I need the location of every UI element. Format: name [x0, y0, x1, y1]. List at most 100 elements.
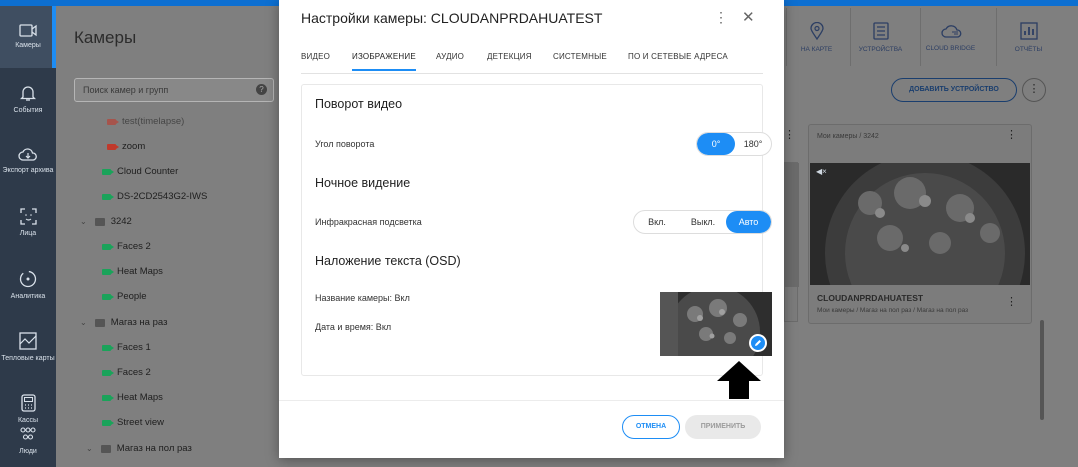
camera-online-icon — [102, 193, 114, 200]
tab-firmware-network[interactable]: ПО И СЕТЕВЫЕ АДРЕСА — [628, 52, 728, 61]
sidebar-item-analytics[interactable]: Аналитика — [0, 254, 56, 316]
tab-audio[interactable]: АУДИО — [436, 52, 464, 61]
sidebar-item-heatmaps[interactable]: Тепловые карты — [0, 316, 56, 378]
kebab-menu-icon[interactable]: ⋮ — [784, 128, 795, 141]
rotation-label: Угол поворота — [315, 139, 375, 149]
tree-item-camera[interactable]: Faces 1 — [102, 342, 151, 353]
tree-item-label: DS-2CD2543G2-IWS — [117, 191, 208, 202]
sidebar-item-cameras[interactable]: Камеры — [0, 6, 56, 68]
tree-item-camera[interactable]: Faces 2 — [102, 367, 151, 378]
sidebar-item-label: Люди — [19, 448, 37, 455]
edit-osd-button[interactable] — [749, 334, 767, 352]
tree-item-label: Street view — [117, 417, 164, 428]
camera-online-icon — [102, 344, 114, 351]
camera-online-icon — [102, 243, 114, 250]
chevron-down-icon[interactable]: ⌄ — [86, 444, 93, 453]
camera-card[interactable]: Мои камеры / 3242 ⋮ ◀× CLOUDANPRDAHUATES… — [808, 124, 1032, 324]
tab-video[interactable]: ВИДЕО — [301, 52, 330, 61]
folder-icon — [94, 318, 105, 327]
sidebar-item-events[interactable]: События — [0, 68, 56, 130]
tree-item-camera[interactable]: DS-2CD2543G2-IWS — [102, 191, 207, 202]
chevron-down-icon[interactable]: ⌄ — [80, 318, 87, 327]
tree-item-camera[interactable]: Faces 2 — [102, 241, 151, 252]
tree-group[interactable]: ⌄ Магаз на раз — [80, 317, 167, 328]
add-device-button[interactable]: ДОБАВИТЬ УСТРОЙСТВО — [891, 78, 1017, 102]
sidebar-item-faces[interactable]: Лица — [0, 192, 56, 254]
map-button[interactable]: НА КАРТЕ — [786, 8, 846, 66]
dialog-divider — [279, 400, 784, 401]
tree-group-label: Магаз на раз — [110, 317, 168, 328]
cloud-bridge-button-label: CLOUD BRIDGE — [925, 44, 976, 52]
ir-option-auto[interactable]: Авто — [726, 211, 771, 233]
ir-label: Инфракрасная подсветка — [315, 217, 422, 227]
folder-icon — [94, 217, 105, 226]
analytics-icon — [19, 270, 37, 287]
tab-detection[interactable]: ДЕТЕКЦИЯ — [487, 52, 532, 61]
rotation-toggle: 0° 180° — [696, 132, 772, 156]
help-icon[interactable]: ? — [256, 84, 267, 95]
tree-group-label: Магаз на пол раз — [116, 443, 192, 454]
reports-button[interactable]: ОТЧЁТЫ — [996, 8, 1060, 66]
rotation-option-180[interactable]: 180° — [735, 133, 771, 155]
kebab-menu-icon[interactable]: ⋮ — [1006, 128, 1017, 141]
camera-online-icon — [102, 394, 114, 401]
tree-item-camera[interactable]: People — [102, 291, 147, 302]
bell-icon — [20, 85, 36, 101]
apply-button[interactable]: ПРИМЕНИТЬ — [685, 415, 761, 439]
tree-item-camera[interactable]: Street view — [102, 417, 164, 428]
close-icon[interactable]: ✕ — [742, 8, 755, 26]
face-scan-icon — [19, 208, 37, 225]
people-icon — [20, 427, 36, 440]
tree-group[interactable]: ⌄ Магаз на пол раз — [86, 443, 192, 454]
scrollbar[interactable] — [1040, 320, 1044, 420]
cancel-button[interactable]: ОТМЕНА — [622, 415, 680, 439]
pencil-icon — [755, 340, 761, 346]
tree-item-label: Faces 1 — [117, 342, 151, 353]
chevron-down-icon[interactable]: ⌄ — [80, 217, 87, 226]
tree-item-label: Cloud Counter — [117, 166, 179, 177]
ir-option-on[interactable]: Вкл. — [634, 211, 680, 233]
more-options-button[interactable]: ⋮ — [1022, 78, 1046, 102]
app-root: Камеры События Экспорт архива Лица Анали… — [0, 0, 1078, 467]
image-settings-panel: Поворот видео Угол поворота 0° 180° Ночн… — [301, 84, 772, 376]
night-vision-heading: Ночное видение — [315, 176, 411, 190]
camera-icon — [19, 24, 37, 37]
rotation-option-0[interactable]: 0° — [697, 133, 735, 155]
mute-icon[interactable]: ◀× — [816, 167, 827, 176]
tree-group-label: 3242 — [110, 216, 132, 227]
camera-preview-image[interactable]: ◀× — [810, 163, 1030, 285]
ir-option-off[interactable]: Выкл. — [680, 211, 726, 233]
reports-icon — [1019, 21, 1038, 40]
osd-preview-image[interactable] — [660, 292, 772, 356]
dialog-menu-icon[interactable]: ⋮ — [714, 9, 728, 26]
tree-item-camera[interactable]: test(timelapse) — [107, 116, 184, 127]
camera-online-icon — [102, 419, 114, 426]
sidebar-item-export[interactable]: Экспорт архива — [0, 130, 56, 192]
search-input[interactable]: Поиск камер и групп ? — [74, 78, 274, 102]
devices-button[interactable]: УСТРОЙСТВА — [850, 8, 910, 66]
tree-item-camera[interactable]: Cloud Counter — [102, 166, 178, 177]
tab-system[interactable]: СИСТЕМНЫЕ — [553, 52, 607, 61]
sidebar-item-label: Лица — [19, 230, 37, 237]
devices-icon — [872, 21, 889, 40]
cloud-download-icon — [18, 148, 37, 161]
camera-card-subpath: Мои камеры / Магаз на пол раз / Магаз на… — [817, 307, 969, 314]
cloud-bridge-button[interactable]: CLOUD BRIDGE — [920, 8, 980, 66]
tree-group[interactable]: ⌄ 3242 — [80, 216, 132, 227]
sidebar-item-label: Аналитика — [10, 292, 46, 300]
kebab-menu-icon[interactable]: ⋮ — [1006, 295, 1017, 308]
tree-item-label: People — [117, 291, 147, 302]
camera-settings-dialog: Настройки камеры: CLOUDANPRDAHUATEST ⋮ ✕… — [279, 0, 784, 458]
dialog-title: Настройки камеры: CLOUDANPRDAHUATEST — [301, 10, 603, 26]
camera-card-name: CLOUDANPRDAHUATEST — [817, 293, 924, 303]
tree-item-camera[interactable]: zoom — [107, 141, 145, 152]
tree-item-label: zoom — [122, 141, 146, 152]
rotation-heading: Поворот видео — [315, 97, 403, 111]
search-placeholder: Поиск камер и групп — [83, 85, 169, 95]
cash-register-icon — [20, 393, 36, 412]
tree-item-camera[interactable]: Heat Maps — [102, 266, 163, 277]
sidebar-item-people[interactable]: Люди — [0, 416, 56, 467]
map-button-label: НА КАРТЕ — [800, 45, 833, 53]
tab-image[interactable]: ИЗОБРАЖЕНИЕ — [352, 52, 416, 71]
tree-item-camera[interactable]: Heat Maps — [102, 392, 163, 403]
